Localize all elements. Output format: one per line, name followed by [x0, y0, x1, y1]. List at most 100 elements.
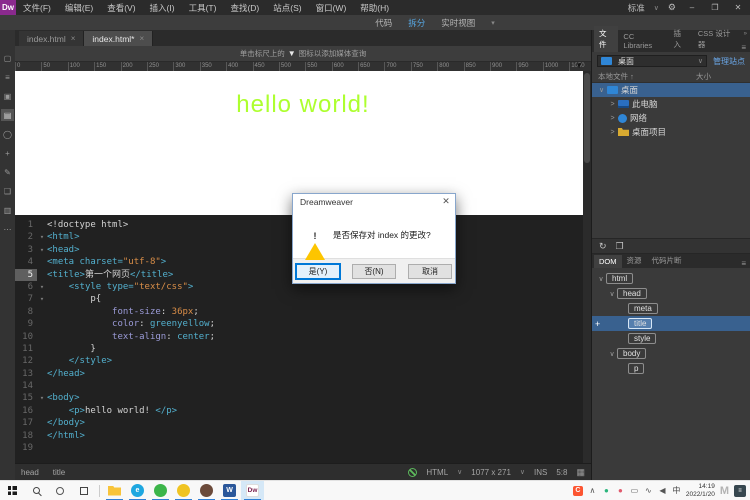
menu-item[interactable]: 文件(F) — [16, 0, 58, 15]
expander-icon[interactable]: > — [607, 129, 618, 136]
tag-selector[interactable]: title — [53, 468, 65, 477]
tab-close-icon[interactable]: × — [139, 34, 144, 43]
dom-tree-row[interactable]: + style — [592, 331, 750, 346]
dialog-close-icon[interactable]: ✕ — [437, 196, 455, 207]
code-line[interactable]: 18</html> — [15, 430, 591, 442]
panel-tab[interactable]: 插入 — [668, 26, 692, 52]
expander-icon[interactable]: > — [607, 115, 618, 122]
view-mode-button[interactable]: 拆分 — [408, 17, 425, 29]
tag-selector[interactable]: head — [21, 468, 39, 477]
expander-icon[interactable]: > — [607, 101, 618, 108]
taskbar-app-button[interactable] — [149, 481, 172, 500]
taskbar-app-button[interactable]: Dw — [241, 481, 264, 500]
gear-icon[interactable]: ⚙ — [668, 2, 676, 13]
expander-icon[interactable]: ∨ — [607, 290, 617, 298]
expander-icon[interactable]: ∨ — [596, 275, 606, 283]
code-line[interactable]: 14 — [15, 380, 591, 392]
dom-tree-row[interactable]: + p — [592, 361, 750, 376]
tray-icon[interactable]: ◀ — [658, 486, 667, 496]
code-line[interactable]: 19 — [15, 442, 591, 454]
menu-item[interactable]: 查找(D) — [223, 0, 266, 15]
left-toolbar-icon[interactable]: ▢ — [1, 52, 14, 64]
dom-tag-pill[interactable]: meta — [628, 303, 658, 314]
chevron-down-icon[interactable]: ∨ — [654, 4, 659, 12]
dom-panel-tab[interactable]: 资源 — [622, 253, 647, 268]
code-line[interactable]: 7▾ p{ — [15, 293, 591, 305]
dom-tag-pill[interactable]: body — [617, 348, 646, 359]
minimize-button[interactable]: – — [685, 3, 699, 12]
left-toolbar-icon[interactable]: ≡ — [1, 71, 14, 83]
code-line[interactable]: 15▾<body> — [15, 392, 591, 404]
tray-icon[interactable]: ● — [616, 486, 625, 496]
panel-menu-icon[interactable]: ≡ — [741, 259, 750, 268]
panel-menu-icon[interactable]: ≡ — [741, 43, 750, 52]
workspace-switcher[interactable]: 标准 — [628, 2, 645, 14]
taskbar-app-button[interactable] — [195, 481, 218, 500]
tray-icon[interactable]: ∿ — [644, 486, 653, 496]
code-line[interactable]: 8 font-size: 36px; — [15, 306, 591, 318]
file-tree-row[interactable]: > 此电脑 — [592, 97, 750, 111]
site-select[interactable]: 桌面 ∨ — [597, 55, 707, 67]
file-tree-row[interactable]: > 桌面项目 — [592, 125, 750, 139]
refresh-icon[interactable]: ↻ — [599, 241, 607, 252]
code-line[interactable]: 17</body> — [15, 417, 591, 429]
document-tab[interactable]: index.html × — [19, 31, 84, 46]
fold-icon[interactable]: ▾ — [37, 231, 47, 243]
design-paragraph[interactable]: hello world! — [15, 91, 591, 119]
panel-tab[interactable]: CSS 设计器 — [693, 26, 741, 52]
menu-item[interactable]: 编辑(E) — [58, 0, 100, 15]
dom-tree-row[interactable]: + ∨ html — [592, 271, 750, 286]
tray-icon[interactable]: ▭ — [630, 486, 639, 496]
scrollbar-thumb[interactable] — [584, 73, 590, 163]
tray-icon[interactable]: ∧ — [588, 486, 597, 496]
code-line[interactable]: 10 text-align: center; — [15, 331, 591, 343]
add-element-icon[interactable]: + — [595, 319, 600, 329]
menu-item[interactable]: 窗口(W) — [309, 0, 354, 15]
restore-button[interactable]: ❐ — [708, 3, 722, 12]
taskbar-app-button[interactable]: e — [126, 481, 149, 500]
dom-tag-pill[interactable]: title — [628, 318, 652, 329]
cortana-button[interactable] — [48, 481, 72, 500]
menu-item[interactable]: 插入(I) — [143, 0, 182, 15]
code-line[interactable]: 12 </style> — [15, 355, 591, 367]
dom-tree-row[interactable]: + title — [592, 316, 750, 331]
fold-icon[interactable]: ▾ — [37, 392, 47, 404]
dom-tag-pill[interactable]: html — [606, 273, 633, 284]
file-tree-row[interactable]: > 网络 — [592, 111, 750, 125]
left-toolbar-icon[interactable]: ⋯ — [1, 223, 14, 235]
file-tree-row[interactable]: ∨ 桌面 — [592, 83, 750, 97]
fold-icon[interactable]: ▾ — [37, 244, 47, 256]
left-toolbar-icon[interactable]: ✎ — [1, 166, 14, 178]
dom-tree-row[interactable]: + ∨ head — [592, 286, 750, 301]
code-line[interactable]: 16 <p>hello world! </p> — [15, 405, 591, 417]
chevron-down-icon[interactable]: ∨ — [457, 468, 462, 476]
menu-item[interactable]: 查看(V) — [100, 0, 142, 15]
code-line[interactable]: 11 } — [15, 343, 591, 355]
dom-tag-pill[interactable]: style — [628, 333, 656, 344]
view-mode-button[interactable]: 实时视图 — [441, 17, 475, 29]
chevron-down-icon[interactable]: ∨ — [520, 468, 525, 476]
dialog-button[interactable]: 取消 — [408, 264, 452, 279]
menu-item[interactable]: 工具(T) — [182, 0, 224, 15]
collapse-panels-icon[interactable]: » — [744, 31, 747, 37]
local-files-header[interactable]: 本地文件 ↑ — [598, 71, 696, 82]
dialog-button[interactable]: 是(Y) — [296, 264, 340, 279]
ruler[interactable]: 0 50 100 150 200 250 300 350 400 — [15, 62, 591, 71]
document-tab[interactable]: index.html* × — [84, 31, 153, 46]
dialog-titlebar[interactable]: Dreamweaver ✕ — [293, 194, 455, 209]
scrollbar[interactable] — [583, 71, 591, 463]
code-line[interactable]: 13</head> — [15, 368, 591, 380]
panel-tab[interactable]: 文件 — [594, 26, 618, 52]
window-size-indicator[interactable]: 1077 x 271 — [471, 468, 511, 477]
doctype-indicator[interactable]: HTML — [426, 468, 448, 477]
menu-item[interactable]: 帮助(H) — [353, 0, 396, 15]
notification-center-icon[interactable]: ≡ — [734, 485, 746, 497]
keyboard-icon[interactable]: ▦ — [576, 467, 585, 478]
taskbar-app-button[interactable]: W — [218, 481, 241, 500]
view-mode-dropdown-icon[interactable]: ▾ — [491, 19, 495, 27]
media-query-bar[interactable]: 单击标尺上的 ▼ 图标以添加媒体查询 — [15, 46, 591, 62]
taskbar-app-button[interactable] — [172, 481, 195, 500]
left-toolbar-icon[interactable]: ◯ — [1, 128, 14, 140]
dom-panel-tab[interactable]: 代码片断 — [647, 253, 687, 268]
search-button[interactable] — [24, 481, 48, 500]
